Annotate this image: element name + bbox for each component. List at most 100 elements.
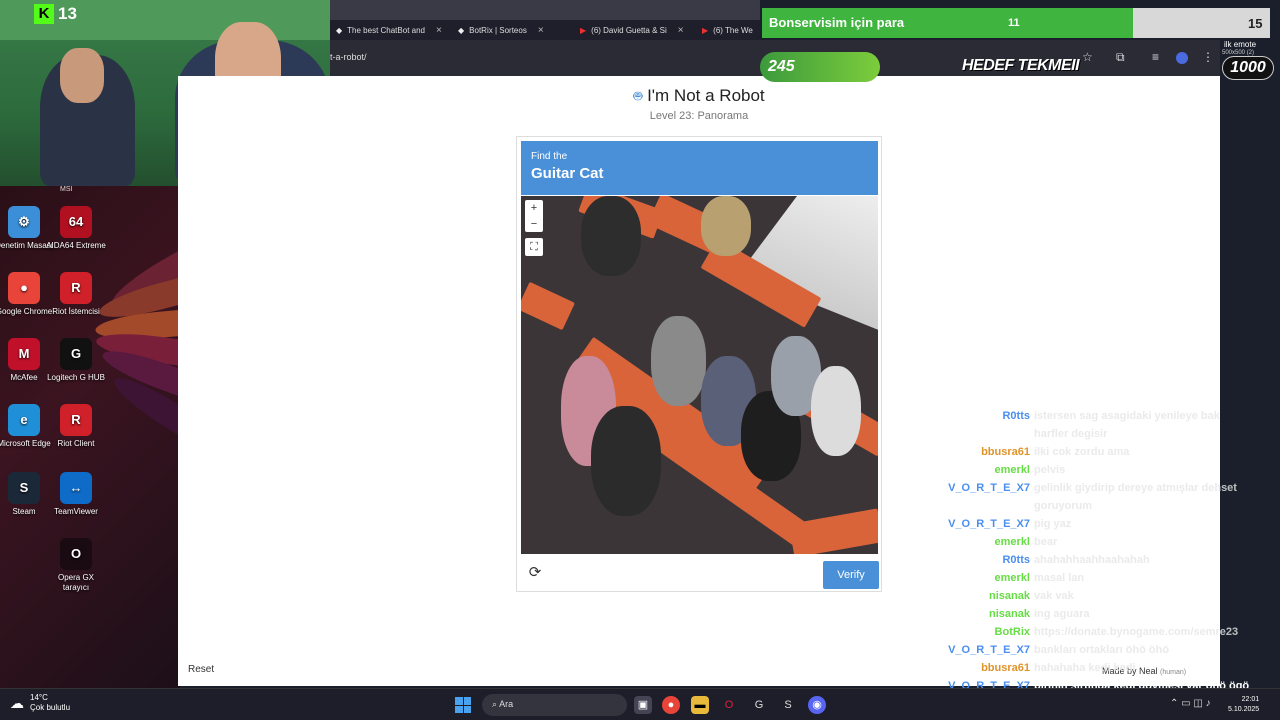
browser-tab[interactable]: ▶ (6) David Guetta & Si × — [580, 20, 698, 40]
app-icon: G — [60, 338, 92, 370]
chat-text: istersen sag asagidaki yenileye bak — [1034, 410, 1220, 422]
desktop-icon[interactable]: 64 AIDA64 Extreme — [46, 206, 106, 251]
media-icon[interactable]: ≡ — [1152, 50, 1159, 64]
chat-username: bbusra61 — [981, 662, 1030, 674]
chat-username: R0tts — [1002, 554, 1030, 566]
search-placeholder: Ara — [499, 699, 514, 709]
chat-username: emerkl — [994, 572, 1030, 584]
person — [701, 196, 751, 256]
desktop-icon[interactable]: O Opera GX tarayıcı — [46, 538, 106, 593]
title-text: I'm Not a Robot — [647, 86, 765, 105]
desktop-icon[interactable]: ↔ TeamViewer — [46, 472, 106, 517]
steam-icon[interactable]: S — [779, 696, 797, 714]
close-tab-icon[interactable]: × — [678, 25, 684, 36]
app-icon: S — [8, 472, 40, 504]
person — [651, 316, 706, 406]
hedef-label: HEDEF TEKMEII — [962, 57, 1080, 74]
desktop-icon[interactable]: G Logitech G HUB — [46, 338, 106, 383]
person — [591, 406, 661, 516]
person — [581, 196, 641, 276]
desktop-icon[interactable]: R Riot İstemcisi — [46, 272, 106, 317]
reset-button[interactable]: Reset — [188, 664, 214, 675]
desktop-icon-label: Logitech G HUB — [47, 373, 105, 382]
chat-text: ing aguara — [1034, 608, 1090, 620]
chat-text: pelvis — [1034, 464, 1066, 476]
target-label: Guitar Cat — [531, 165, 604, 182]
file-explorer-icon[interactable]: ▬ — [691, 696, 709, 714]
chat-username: V_O_R_T_E_X7 — [948, 482, 1030, 494]
search-icon: ⌕ — [492, 699, 498, 709]
close-tab-icon[interactable]: × — [538, 25, 544, 36]
app-icon: M — [8, 338, 40, 370]
logitech-icon[interactable]: G — [750, 696, 768, 714]
sub-count: 245 — [768, 58, 795, 75]
tab-label: The best ChatBot and — [347, 25, 425, 35]
extensions-icon[interactable]: ⧉ — [1116, 50, 1125, 65]
chat-username: R0tts — [1002, 410, 1030, 422]
browser-tab[interactable]: ▶ (6) The We — [702, 20, 758, 40]
chat-username: emerkl — [994, 536, 1030, 548]
fullscreen-icon[interactable]: ⛶ — [525, 238, 543, 256]
diamond-icon: ◆ — [336, 25, 343, 35]
chat-username: V_O_R_T_E_X7 — [948, 644, 1030, 656]
time: 22:01 — [1241, 696, 1260, 703]
desktop-icon[interactable]: R Riot Client — [46, 404, 106, 449]
zoom-in-button[interactable]: + — [525, 200, 543, 216]
weather-widget[interactable]: ☁ 14°C Çok bulutlu — [10, 693, 70, 713]
desktop-icon-label: Riot Client — [57, 439, 95, 448]
clock[interactable]: 22:01 5.10.2025 — [1228, 695, 1259, 715]
webcam-badge: 13 — [58, 4, 77, 23]
desktop-icon-label: TeamViewer — [54, 507, 98, 516]
chat-text: ahahahhaahhaahahah — [1034, 554, 1150, 566]
browser-tab[interactable]: ◆ BotRix | Sorteos × — [458, 20, 576, 40]
app-icon: ⚙ — [8, 206, 40, 238]
system-tray-icons[interactable]: ⌃ ▭ ◫ ♪ — [1170, 698, 1211, 709]
windows-start-icon[interactable] — [455, 697, 471, 713]
tab-label: (6) The We — [713, 25, 753, 35]
app-icon: e — [8, 404, 40, 436]
tab-label: (6) David Guetta & Si — [591, 25, 667, 35]
chat-text: ilki cok zordu ama — [1034, 446, 1130, 458]
app-icon: 64 — [60, 206, 92, 238]
chat-text: vak vak — [1034, 590, 1074, 602]
chrome-icon[interactable]: ● — [662, 696, 680, 714]
emote-target: 1000 — [1222, 56, 1274, 80]
refresh-icon[interactable]: ⟳ — [527, 565, 543, 581]
bench — [521, 281, 575, 331]
panorama-image[interactable]: + − ⛶ — [521, 196, 878, 554]
cloud-icon: ☁ — [10, 694, 24, 711]
weather-desc: Çok bulutlu — [30, 703, 71, 712]
goal-title: Bonservisim için para — [769, 15, 905, 30]
date: 5.10.2025 — [1228, 706, 1260, 713]
app-icon: R — [60, 404, 92, 436]
desktop-icon-label: Riot İstemcisi — [52, 307, 100, 316]
zoom-control[interactable]: + − — [525, 200, 543, 232]
diamond-icon: ◆ — [458, 25, 465, 35]
chat-username: V_O_R_T_E_X7 — [948, 518, 1030, 530]
app-icon: R — [60, 272, 92, 304]
chat-text: gelinlik giydirip dereye atmışlar dehset — [1034, 482, 1237, 494]
verify-button[interactable]: Verify — [823, 561, 879, 589]
zoom-out-button[interactable]: − — [525, 216, 543, 232]
task-view-icon[interactable]: ▣ — [634, 696, 652, 714]
chat-username: BotRix — [994, 626, 1030, 638]
captcha-widget: Find the Guitar Cat + − ⛶ ⟳ Verify — [516, 136, 882, 592]
desktop-icon-label: AIDA64 Extreme — [46, 241, 106, 250]
chat-text: goruyorum — [1034, 500, 1093, 512]
avatar[interactable] — [1176, 52, 1188, 64]
chat-username: nisanak — [989, 590, 1030, 602]
browser-tab[interactable]: ◆ The best ChatBot and × — [336, 20, 454, 40]
goal-current: 11 — [1008, 17, 1020, 29]
discord-icon[interactable]: ◉ — [808, 696, 826, 714]
url-text[interactable]: t-a-robot/ — [330, 52, 367, 62]
taskbar-search[interactable]: ⌕ Ara — [482, 694, 627, 716]
chat-text: hahahaha kedi kedi — [1034, 662, 1136, 674]
bench — [788, 508, 878, 554]
close-tab-icon[interactable]: × — [436, 25, 442, 36]
youtube-icon: ▶ — [580, 25, 587, 35]
star-icon[interactable]: ☆ — [1082, 50, 1093, 64]
menu-icon[interactable]: ⋮ — [1202, 50, 1214, 64]
browser-tabbar: ◆ The best ChatBot and × ◆ BotRix | Sorteos ×… — [330, 0, 760, 40]
opera-gx-icon[interactable]: O — [720, 696, 738, 714]
donation-goal-bar: Bonservisim için para 11 15 — [762, 8, 1270, 38]
